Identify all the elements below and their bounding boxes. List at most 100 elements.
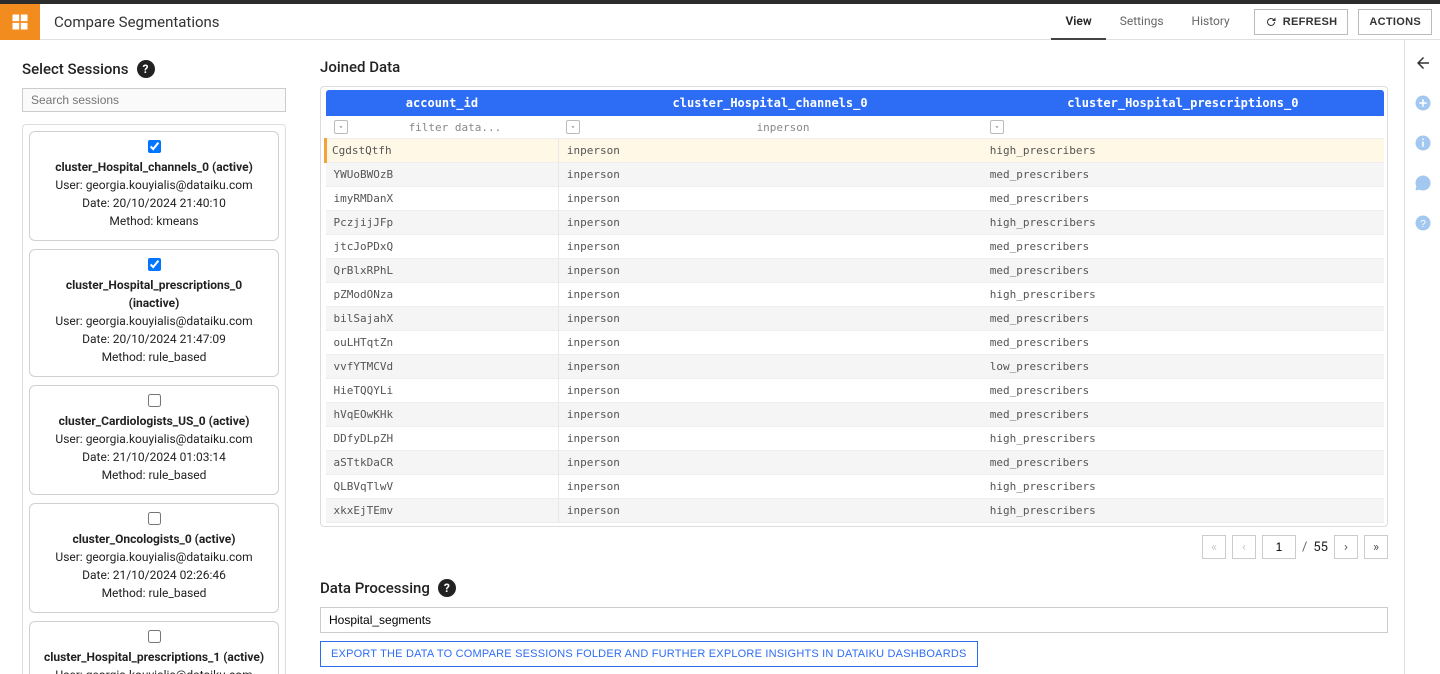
table-cell: hVqEOwKHk bbox=[326, 403, 559, 427]
info-icon[interactable] bbox=[1414, 134, 1432, 156]
right-rail: ? bbox=[1404, 40, 1440, 674]
session-user: User: georgia.kouyialis@dataiku.com bbox=[40, 548, 268, 566]
session-checkbox[interactable] bbox=[148, 512, 161, 525]
header-left: Compare Segmentations bbox=[0, 4, 1051, 40]
filter-value: inperson bbox=[592, 121, 973, 134]
pagination-total: 55 bbox=[1313, 540, 1328, 555]
session-checkbox[interactable] bbox=[148, 394, 161, 407]
table-cell: high_prescribers bbox=[982, 211, 1384, 235]
chat-icon[interactable] bbox=[1414, 174, 1432, 196]
select-sessions-heading-text: Select Sessions bbox=[22, 60, 129, 78]
session-date: Date: 21/10/2024 01:03:14 bbox=[40, 448, 268, 466]
table-row[interactable]: xkxEjTEmvinpersonhigh_prescribers bbox=[326, 499, 1385, 523]
session-date: Date: 21/10/2024 02:26:46 bbox=[40, 566, 268, 584]
actions-label: ACTIONS bbox=[1369, 16, 1421, 28]
table-cell: inperson bbox=[558, 379, 981, 403]
table-row[interactable]: imyRMDanXinpersonmed_prescribers bbox=[326, 187, 1385, 211]
pagination-first-button[interactable]: « bbox=[1202, 535, 1226, 559]
main-layout: Select Sessions ? cluster_Hospital_chann… bbox=[0, 40, 1440, 674]
table-cell: QrBlxRPhL bbox=[326, 259, 559, 283]
table-row[interactable]: CgdstQtfhinpersonhigh_prescribers bbox=[326, 139, 1385, 163]
session-method: Method: rule_based bbox=[40, 584, 268, 602]
refresh-label: REFRESH bbox=[1283, 16, 1338, 28]
table-cell: inperson bbox=[558, 163, 981, 187]
session-checkbox[interactable] bbox=[148, 630, 161, 643]
session-card[interactable]: cluster_Cardiologists_US_0 (active)User:… bbox=[29, 385, 279, 495]
table-cell: med_prescribers bbox=[982, 307, 1384, 331]
table-row[interactable]: HieTQQYLiinpersonmed_prescribers bbox=[326, 379, 1385, 403]
table-cell: high_prescribers bbox=[982, 475, 1384, 499]
table-cell: high_prescribers bbox=[982, 139, 1384, 163]
help-icon[interactable]: ? bbox=[438, 579, 456, 597]
table-cell: inperson bbox=[558, 139, 981, 163]
table-row[interactable]: YWUoBWOzBinpersonmed_prescribers bbox=[326, 163, 1385, 187]
column-header-channels[interactable]: cluster_Hospital_channels_0 bbox=[558, 90, 981, 116]
app-logo-icon[interactable] bbox=[0, 4, 40, 40]
column-header-account-id[interactable]: account_id bbox=[326, 90, 559, 116]
session-user: User: georgia.kouyialis@dataiku.com bbox=[40, 430, 268, 448]
session-user: User: georgia.kouyialis@dataiku.com bbox=[40, 312, 268, 330]
filter-cell-prescriptions[interactable] bbox=[982, 116, 1384, 139]
table-row[interactable]: pZModONzainpersonhigh_prescribers bbox=[326, 283, 1385, 307]
filter-cell-channels[interactable]: inperson bbox=[558, 116, 981, 139]
table-row[interactable]: ouLHTqtZninpersonmed_prescribers bbox=[326, 331, 1385, 355]
nav-tab-view[interactable]: View bbox=[1051, 4, 1105, 40]
table-cell: high_prescribers bbox=[982, 283, 1384, 307]
session-user: User: georgia.kouyialis@dataiku.com bbox=[40, 176, 268, 194]
table-row[interactable]: jtcJoPDxQinpersonmed_prescribers bbox=[326, 235, 1385, 259]
pagination-last-button[interactable]: » bbox=[1364, 535, 1388, 559]
table-row[interactable]: bilSajahXinpersonmed_prescribers bbox=[326, 307, 1385, 331]
session-card[interactable]: cluster_Hospital_channels_0 (active)User… bbox=[29, 131, 279, 241]
data-processing-input[interactable] bbox=[320, 607, 1388, 633]
session-method: Method: kmeans bbox=[40, 212, 268, 230]
filter-icon[interactable] bbox=[566, 120, 580, 134]
svg-text:?: ? bbox=[1420, 218, 1426, 230]
refresh-button[interactable]: REFRESH bbox=[1254, 9, 1349, 35]
session-card[interactable]: cluster_Hospital_prescriptions_0 (inacti… bbox=[29, 249, 279, 377]
filter-cell-account-id[interactable]: filter data... bbox=[326, 116, 559, 139]
table-cell: pZModONza bbox=[326, 283, 559, 307]
table-cell: vvfYTMCVd bbox=[326, 355, 559, 379]
session-card[interactable]: cluster_Hospital_prescriptions_1 (active… bbox=[29, 621, 279, 674]
pagination-current-input[interactable] bbox=[1262, 535, 1296, 559]
actions-button[interactable]: ACTIONS bbox=[1358, 9, 1432, 35]
table-cell: med_prescribers bbox=[982, 163, 1384, 187]
add-icon[interactable] bbox=[1414, 94, 1432, 116]
session-date: Date: 20/10/2024 21:47:09 bbox=[40, 330, 268, 348]
nav-tab-history[interactable]: History bbox=[1178, 4, 1244, 40]
pagination-next-button[interactable]: › bbox=[1334, 535, 1358, 559]
help-icon[interactable]: ? bbox=[137, 60, 155, 78]
table-cell: low_prescribers bbox=[982, 355, 1384, 379]
table-row[interactable]: vvfYTMCVdinpersonlow_prescribers bbox=[326, 355, 1385, 379]
table-cell: med_prescribers bbox=[982, 235, 1384, 259]
session-checkbox[interactable] bbox=[148, 258, 161, 271]
collapse-rail-icon[interactable] bbox=[1414, 54, 1432, 76]
table-cell: aSTtkDaCR bbox=[326, 451, 559, 475]
table-row[interactable]: aSTtkDaCRinpersonmed_prescribers bbox=[326, 451, 1385, 475]
session-card[interactable]: cluster_Oncologists_0 (active)User: geor… bbox=[29, 503, 279, 613]
column-header-prescriptions[interactable]: cluster_Hospital_prescriptions_0 bbox=[982, 90, 1384, 116]
table-row[interactable]: DDfyDLpZHinpersonhigh_prescribers bbox=[326, 427, 1385, 451]
help-rail-icon[interactable]: ? bbox=[1414, 214, 1432, 236]
table-row[interactable]: PczjijJFpinpersonhigh_prescribers bbox=[326, 211, 1385, 235]
filter-icon[interactable] bbox=[990, 120, 1004, 134]
table-cell: inperson bbox=[558, 331, 981, 355]
table-cell: PczjijJFp bbox=[326, 211, 559, 235]
session-method: Method: rule_based bbox=[40, 348, 268, 366]
table-cell: high_prescribers bbox=[982, 499, 1384, 523]
pagination-prev-button[interactable]: ‹ bbox=[1232, 535, 1256, 559]
session-checkbox[interactable] bbox=[148, 140, 161, 153]
table-row[interactable]: QrBlxRPhLinpersonmed_prescribers bbox=[326, 259, 1385, 283]
session-title: cluster_Oncologists_0 (active) bbox=[40, 530, 268, 548]
nav-tab-settings[interactable]: Settings bbox=[1106, 4, 1178, 40]
search-sessions-input[interactable] bbox=[22, 88, 286, 112]
table-row[interactable]: QLBVqTlwVinpersonhigh_prescribers bbox=[326, 475, 1385, 499]
table-cell: inperson bbox=[558, 403, 981, 427]
export-data-button[interactable]: EXPORT THE DATA TO COMPARE SESSIONS FOLD… bbox=[320, 641, 978, 667]
data-processing-heading: Data Processing ? bbox=[320, 579, 1388, 597]
pagination: « ‹ / 55 › » bbox=[320, 535, 1388, 559]
filter-icon[interactable] bbox=[334, 120, 348, 134]
table-cell: inperson bbox=[558, 427, 981, 451]
table-cell: inperson bbox=[558, 451, 981, 475]
table-row[interactable]: hVqEOwKHkinpersonmed_prescribers bbox=[326, 403, 1385, 427]
